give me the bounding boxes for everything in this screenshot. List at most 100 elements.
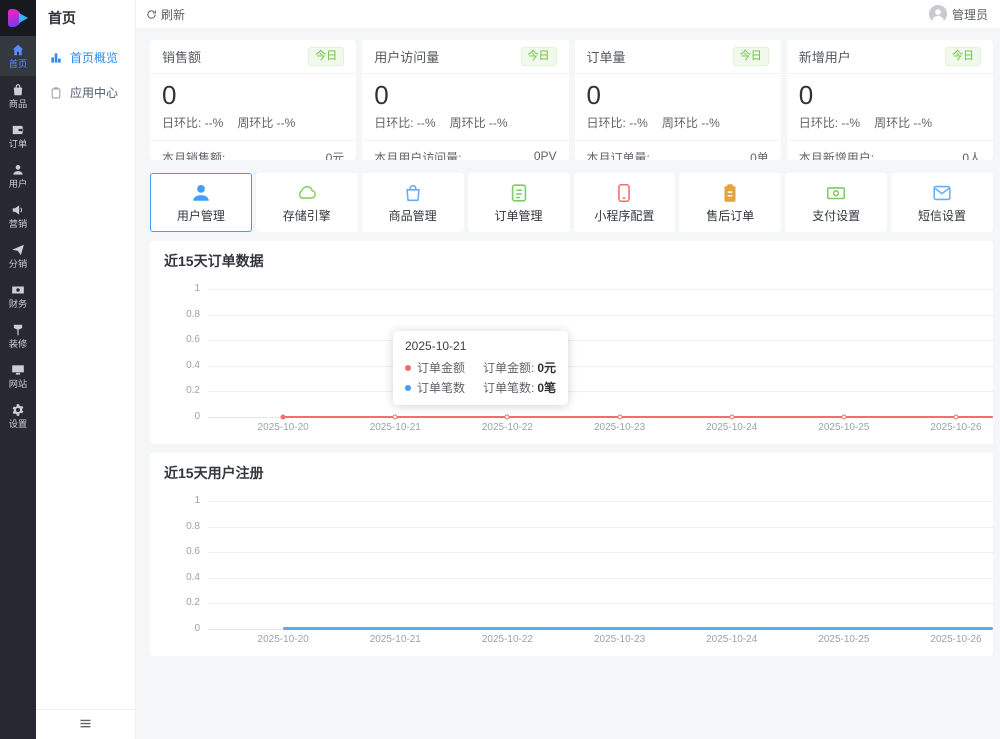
gear-icon (11, 403, 25, 417)
chart-card-orders: 近15天订单数据10.80.60.40.202025-10-21订单金额订单金额… (150, 241, 993, 444)
tooltip-series-name: 订单金额 (417, 359, 473, 376)
shortcut-goods-management[interactable]: 商品管理 (362, 173, 464, 232)
x-axis: 2025-10-202025-10-212025-10-222025-10-23… (208, 417, 993, 434)
main-area: 刷新 管理员 销售额今日0日环比: --%周环比 --%本月销售额:0元用户访问… (136, 0, 1000, 739)
stat-card-title: 销售额 (162, 47, 201, 66)
gridline (208, 289, 993, 290)
sidebar-item-label: 订单 (9, 139, 27, 149)
shortcut-payment-settings[interactable]: 支付设置 (785, 173, 887, 232)
x-axis-tick-label: 2025-10-22 (482, 634, 533, 645)
stat-card-orders: 订单量今日0日环比: --%周环比 --%本月订单量:0单 (575, 40, 781, 160)
app-root: 首页商品订单用户营销分销财务装修网站设置 首页 首页概览应用中心 刷新 (0, 0, 1000, 739)
y-axis-tick-label: 0.2 (164, 385, 200, 397)
x-axis-tick-label: 2025-10-21 (370, 422, 421, 433)
week-ratio: 周环比 --% (874, 116, 932, 130)
y-axis-tick-label: 0 (164, 623, 200, 635)
day-ratio: 日环比: --% (162, 116, 223, 130)
sidebar-item-distribution[interactable]: 分销 (0, 236, 36, 276)
plane-icon (11, 243, 25, 257)
mail-icon (931, 182, 953, 204)
user-solid-icon (190, 182, 212, 204)
primary-sidebar: 首页商品订单用户营销分销财务装修网站设置 (0, 0, 36, 739)
stat-card-header: 用户访问量今日 (362, 40, 568, 74)
y-axis-tick-label: 0.4 (164, 360, 200, 372)
tooltip-detail-label: 订单金额: (483, 359, 534, 376)
sidebar-item-website[interactable]: 网站 (0, 356, 36, 396)
shortcut-aftersale-orders[interactable]: 售后订单 (679, 173, 781, 232)
app-logo[interactable] (0, 0, 36, 36)
hamburger-icon (78, 716, 93, 734)
shortcut-order-management[interactable]: 订单管理 (468, 173, 570, 232)
secondary-nav: 首页概览应用中心 (36, 40, 135, 110)
shortcut-sms-settings[interactable]: 短信设置 (891, 173, 993, 232)
footer-label: 本月用户访问量: (374, 149, 461, 160)
stat-card-header: 新增用户今日 (787, 40, 993, 74)
refresh-button[interactable]: 刷新 (146, 6, 185, 23)
shortcut-label: 短信设置 (918, 207, 966, 224)
x-axis-tick-label: 2025-10-22 (482, 422, 533, 433)
submenu-item-app-center[interactable]: 应用中心 (36, 75, 135, 110)
gridline (208, 578, 993, 579)
x-axis-tick-label: 2025-10-21 (370, 634, 421, 645)
sidebar-item-finance[interactable]: 财务 (0, 276, 36, 316)
chart-plot[interactable]: 10.80.60.40.202025-10-202025-10-212025-1… (164, 501, 993, 646)
stat-card-ratios: 日环比: --%周环比 --% (787, 111, 993, 141)
footer-value: 0PV (534, 149, 557, 160)
shortcut-label: 存储引擎 (283, 207, 331, 224)
tooltip-row: 订单金额订单金额:0元 (405, 359, 556, 376)
sidebar-item-orders[interactable]: 订单 (0, 116, 36, 156)
x-axis-tick-label: 2025-10-24 (706, 422, 757, 433)
tooltip-value: 0元 (537, 359, 556, 376)
sidebar-item-label: 设置 (9, 419, 27, 429)
y-axis-tick-label: 0.6 (164, 334, 200, 346)
sidebar-item-decorate[interactable]: 装修 (0, 316, 36, 356)
stat-card-visits: 用户访问量今日0日环比: --%周环比 --%本月用户访问量:0PV (362, 40, 568, 160)
topbar: 刷新 管理员 (136, 0, 1000, 28)
sidebar-item-home[interactable]: 首页 (0, 36, 36, 76)
sidebar-collapse-button[interactable] (74, 712, 97, 738)
paint-icon (11, 323, 25, 337)
avatar-icon (929, 5, 947, 23)
y-axis-tick-label: 0.2 (164, 597, 200, 609)
shortcut-storage-engine[interactable]: 存储引擎 (256, 173, 358, 232)
x-axis-tick-label: 2025-10-20 (258, 634, 309, 645)
document-icon (508, 182, 530, 204)
week-ratio: 周环比 --% (450, 116, 508, 130)
shortcut-miniprogram-config[interactable]: 小程序配置 (574, 173, 676, 232)
monitor-icon (11, 363, 25, 377)
cloud-icon (296, 182, 318, 204)
y-axis-tick-label: 0.8 (164, 309, 200, 321)
stat-card-sales: 销售额今日0日环比: --%周环比 --%本月销售额:0元 (150, 40, 356, 160)
submenu-item-overview[interactable]: 首页概览 (36, 40, 135, 75)
shortcut-user-management[interactable]: 用户管理 (150, 173, 252, 232)
x-axis-tick-label: 2025-10-24 (706, 634, 757, 645)
sidebar-item-settings[interactable]: 设置 (0, 396, 36, 436)
x-axis: 2025-10-202025-10-212025-10-222025-10-23… (208, 629, 993, 646)
chart-plot[interactable]: 10.80.60.40.202025-10-21订单金额订单金额:0元订单笔数订… (164, 289, 993, 434)
footer-label: 本月订单量: (587, 149, 650, 160)
gridline (208, 527, 993, 528)
chart-title: 近15天用户注册 (164, 463, 993, 483)
series-dot-icon (405, 365, 411, 371)
sidebar-item-label: 财务 (9, 299, 27, 309)
sidebar-item-goods[interactable]: 商品 (0, 76, 36, 116)
bag-icon (11, 83, 25, 97)
sidebar-item-marketing[interactable]: 营销 (0, 196, 36, 236)
logo-play-icon (19, 13, 28, 23)
stat-card-value: 0 (787, 74, 993, 111)
user-menu[interactable]: 管理员 (929, 5, 988, 23)
stat-card-row: 销售额今日0日环比: --%周环比 --%本月销售额:0元用户访问量今日0日环比… (150, 40, 993, 160)
submenu-item-label: 首页概览 (70, 49, 118, 66)
stat-card-new-users: 新增用户今日0日环比: --%周环比 --%本月新增用户:0人 (787, 40, 993, 160)
today-badge: 今日 (308, 47, 344, 66)
collapse-bar (36, 709, 135, 739)
stat-card-header: 订单量今日 (575, 40, 781, 74)
sidebar-item-users[interactable]: 用户 (0, 156, 36, 196)
stat-card-title: 新增用户 (799, 47, 851, 66)
day-ratio: 日环比: --% (587, 116, 648, 130)
shortcut-row: 用户管理存储引擎 商品管理订单管理小程序配置售后订单支付设置短信设置 (150, 173, 993, 232)
phone-icon (613, 182, 635, 204)
tooltip-value: 0笔 (537, 379, 556, 396)
today-badge: 今日 (521, 47, 557, 66)
footer-value: 0单 (750, 149, 769, 160)
